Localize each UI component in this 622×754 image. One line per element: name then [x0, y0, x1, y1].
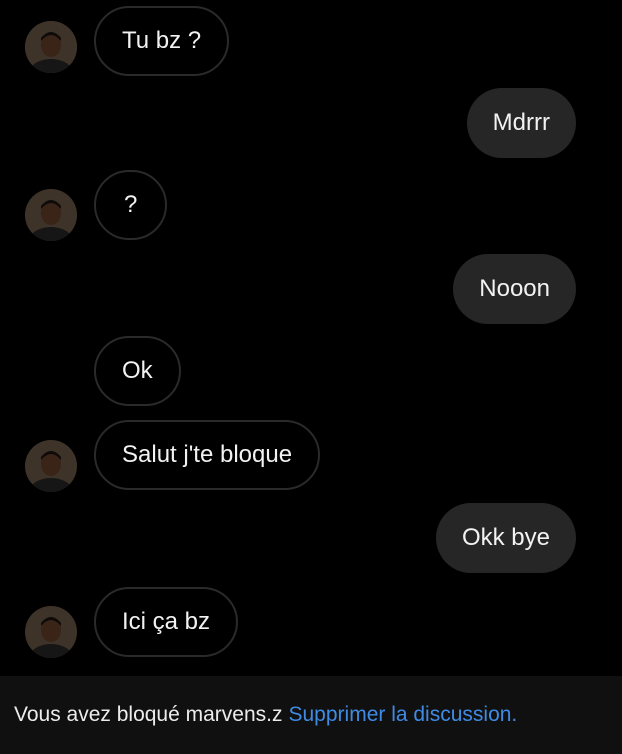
outgoing-message[interactable]: Nooon	[453, 254, 576, 324]
avatar-icon	[25, 189, 77, 241]
outgoing-message[interactable]: Okk bye	[435, 503, 576, 573]
message-text: Tu bz ?	[122, 27, 202, 54]
delete-discussion-link[interactable]: Supprimer la discussion.	[289, 703, 518, 727]
incoming-message[interactable]: Salut j'te bloque	[94, 420, 321, 490]
incoming-message[interactable]: Ok	[94, 336, 181, 406]
blocked-footer: Vous avez bloqué marvens.z Supprimer la …	[0, 676, 622, 754]
message-text: Salut j'te bloque	[122, 441, 293, 468]
avatar-icon	[25, 440, 77, 492]
message-text: Ici ça bz	[122, 608, 211, 635]
message-text: Ok	[122, 357, 153, 384]
contact-avatar[interactable]	[25, 189, 77, 241]
incoming-message[interactable]: Tu bz ?	[94, 6, 230, 76]
outgoing-message[interactable]: Mdrrr	[466, 88, 576, 158]
contact-avatar[interactable]	[25, 440, 77, 492]
incoming-message[interactable]: ?	[94, 170, 168, 240]
avatar-icon	[25, 21, 77, 73]
chat-screen: Tu bz ? Mdrrr ? Nooon Ok Salut j'te bloq…	[0, 0, 622, 754]
message-text: ?	[124, 191, 138, 218]
contact-avatar[interactable]	[25, 606, 77, 658]
message-text: Mdrrr	[492, 109, 550, 136]
avatar-icon	[25, 606, 77, 658]
blocked-notice: Vous avez bloqué marvens.z	[14, 703, 283, 726]
incoming-message[interactable]: Ici ça bz	[94, 587, 239, 657]
message-text: Okk bye	[461, 524, 550, 551]
message-text: Nooon	[479, 275, 550, 302]
contact-avatar[interactable]	[25, 21, 77, 73]
